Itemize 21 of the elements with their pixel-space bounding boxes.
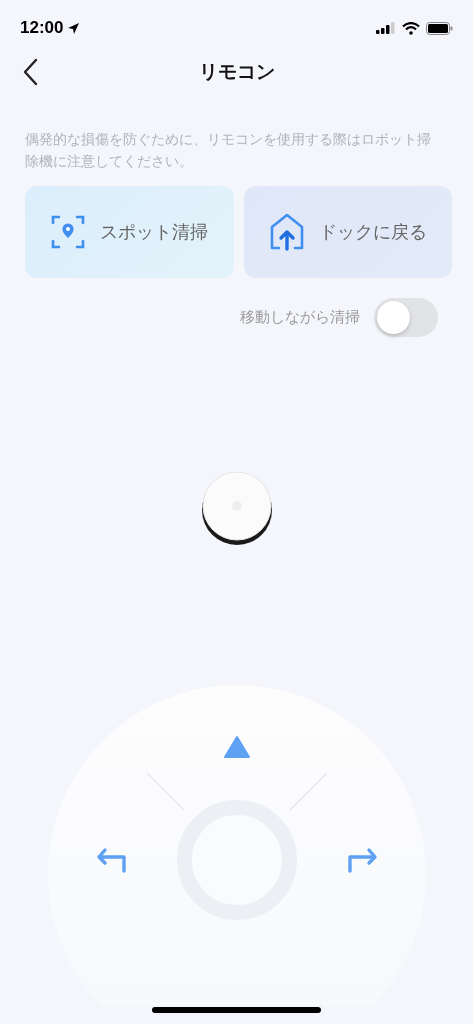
battery-icon: [426, 21, 453, 35]
location-icon: [67, 21, 81, 35]
signal-icon: [376, 22, 396, 34]
turn-right-icon: [345, 847, 378, 874]
home-arrow-icon: [268, 213, 305, 252]
back-icon: [22, 58, 38, 86]
forward-button[interactable]: [222, 735, 251, 760]
caution-text: 偶発的な損傷を防ぐために、リモコンを使用する際はロボット掃除機に注意してください。: [25, 130, 432, 171]
wifi-icon: [402, 21, 420, 35]
status-time: 12:00: [20, 18, 64, 38]
spot-clean-button[interactable]: スポット清掃: [25, 186, 234, 279]
page-title: リモコン: [198, 59, 275, 84]
turn-left-button[interactable]: [95, 847, 128, 874]
toggle-switch[interactable]: [374, 298, 438, 338]
back-button[interactable]: [22, 58, 38, 86]
turn-right-button[interactable]: [345, 847, 378, 874]
location-focus-icon: [50, 214, 87, 251]
return-to-dock-button[interactable]: ドックに戻る: [243, 186, 452, 279]
toggle-label: 移動しながら清掃: [240, 308, 360, 328]
turn-left-icon: [95, 847, 128, 874]
triangle-icon: [222, 735, 251, 760]
